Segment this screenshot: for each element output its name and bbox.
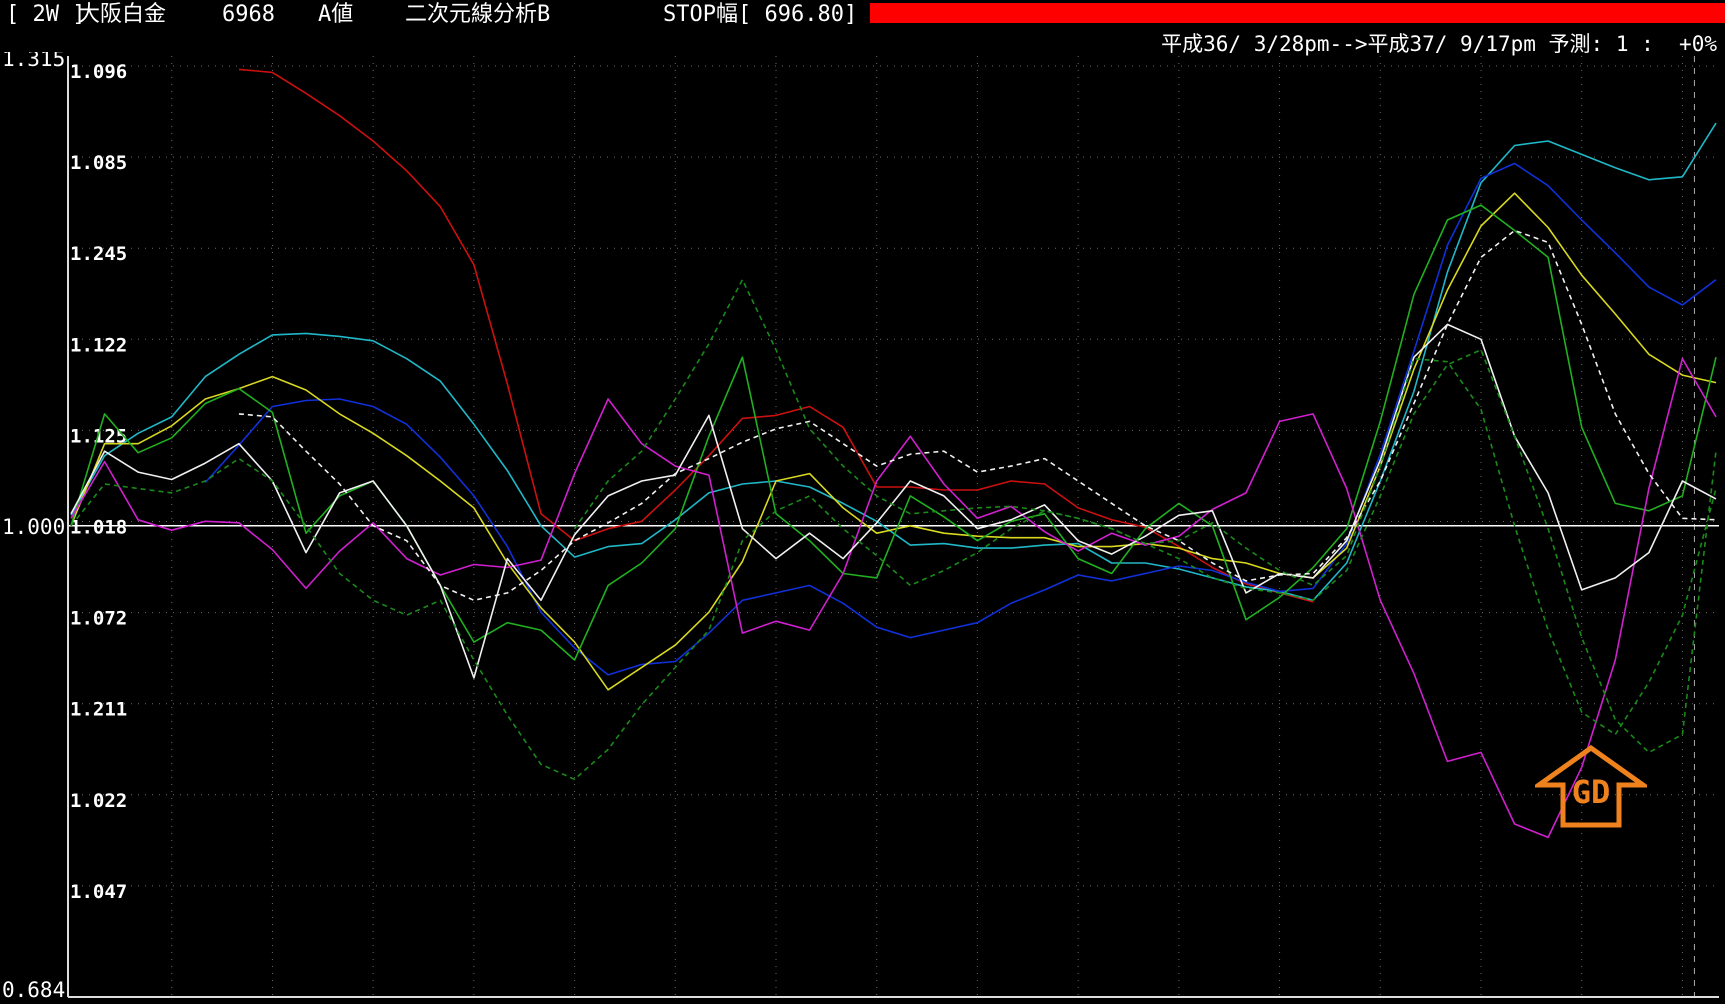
value-type-label[interactable]: A値 — [318, 2, 353, 28]
line-chart: 1.096 1.085 1.245 1.122 1.125 1.018 1.072 1.211… — [0, 47, 1725, 1002]
y-tick-label: 1.018 — [70, 517, 127, 539]
series-line-7 — [70, 323, 1717, 679]
series-line-10 — [573, 278, 1717, 754]
left-axis-bottom-label: 0.684 — [2, 978, 65, 1000]
gd-signal-marker[interactable]: GD — [1531, 744, 1651, 830]
y-tick-label: 1.022 — [70, 790, 127, 812]
gd-label: GD — [1572, 773, 1611, 811]
period-label[interactable]: [ 2W ] — [6, 2, 85, 28]
up-arrow-icon: GD — [1531, 744, 1651, 828]
series-line-5 — [70, 204, 1717, 661]
y-tick-label: 1.096 — [70, 61, 127, 83]
y-tick-labels: 1.0961.0851.2451.1221.1251.0181.0721.211… — [70, 61, 127, 903]
analysis-type-label[interactable]: 二次元線分析B — [405, 2, 550, 28]
series-line-3 — [204, 162, 1717, 676]
chart-svg: 1.0961.0851.2451.1221.1251.0181.0721.211… — [2, 47, 1719, 1002]
y-tick-label: 1.122 — [70, 334, 127, 356]
series-line-6 — [70, 357, 1717, 839]
y-tick-label: 1.072 — [70, 608, 127, 630]
y-tick-label: 1.047 — [70, 881, 127, 903]
series-line-9 — [70, 357, 1717, 781]
series-line-8 — [238, 229, 1717, 602]
title-bar: [ 2W ] 大阪白金 6968 A値 二次元線分析B STOP幅[ 696.8… — [0, 0, 1725, 30]
y-tick-label: 1.245 — [70, 243, 127, 265]
y-tick-label: 1.085 — [70, 152, 127, 174]
instrument-code: 6968 — [222, 2, 275, 27]
y-tick-label: 1.211 — [70, 699, 127, 721]
stop-width-label: STOP幅[ 696.80] — [663, 2, 858, 27]
left-axis-mid-label: 1.000 — [2, 515, 65, 539]
series-lines — [70, 58, 1717, 839]
stop-width-bar — [870, 3, 1725, 23]
instrument-name: 大阪白金 — [78, 2, 167, 27]
left-axis-top-label: 1.315 — [2, 52, 65, 71]
series-line-4 — [70, 192, 1717, 691]
